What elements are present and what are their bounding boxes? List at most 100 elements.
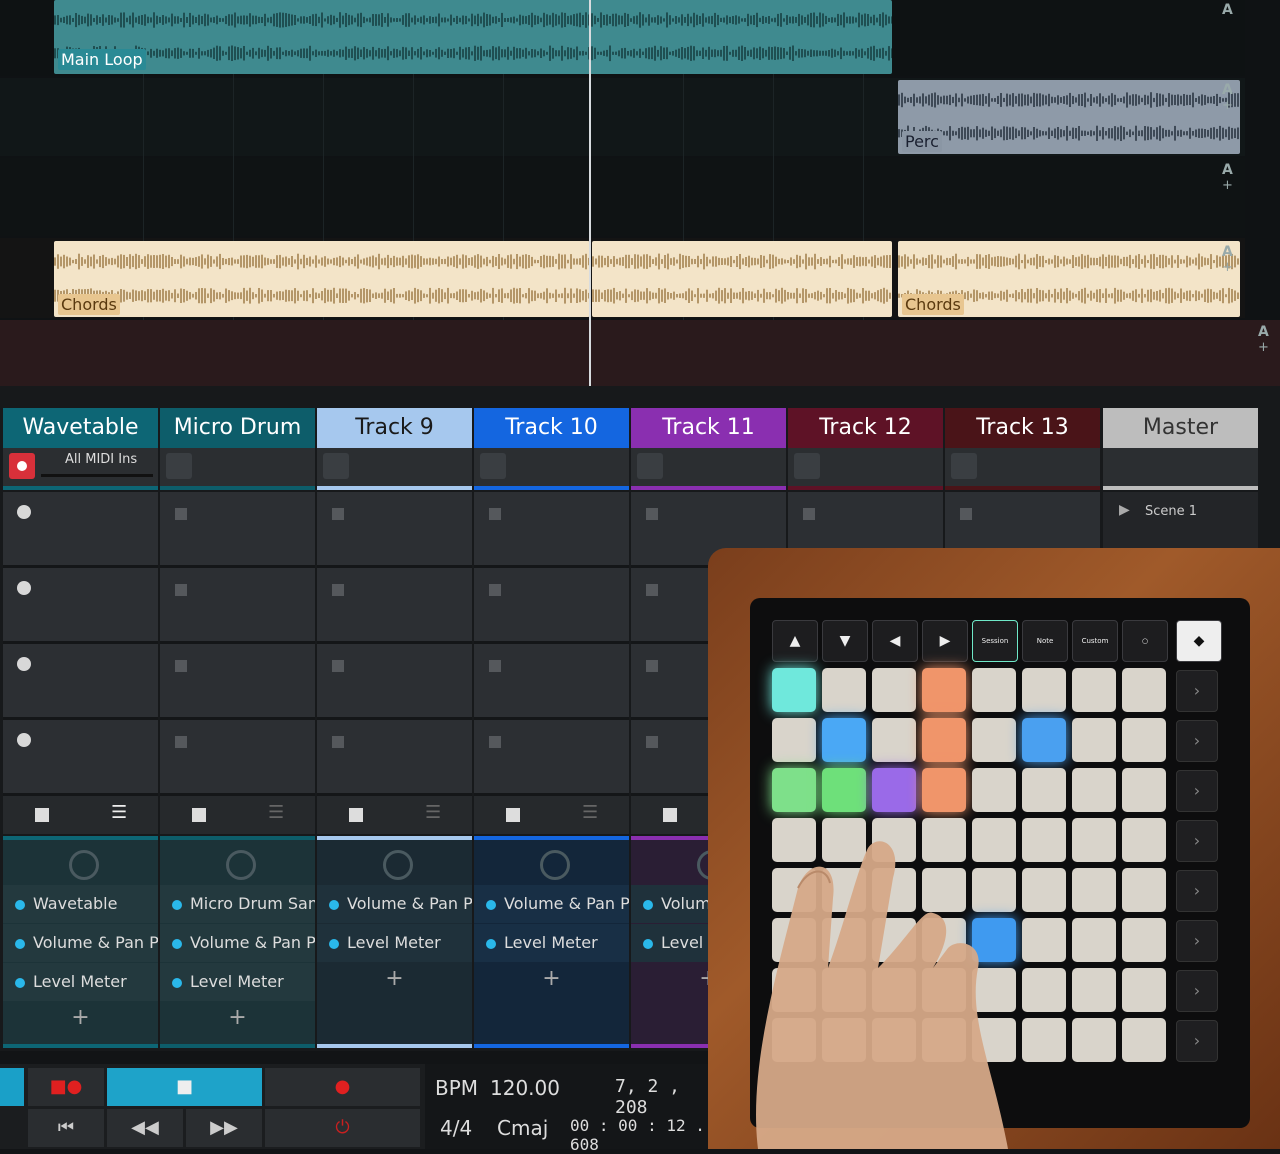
plugin-enabled-icon[interactable] [15,899,25,910]
clip-slot[interactable] [3,492,158,568]
track-input[interactable]: All MIDI Ins [3,448,158,486]
clip-slot[interactable] [474,644,629,720]
playhead[interactable] [589,0,591,386]
add-plugin-button[interactable]: + [317,966,472,991]
track-input[interactable] [1103,448,1258,486]
plugin-enabled-icon[interactable] [329,899,339,910]
track-input[interactable] [945,448,1100,486]
arrangement-lane[interactable] [0,158,1245,236]
plugin-slot[interactable]: Volume & Pan Plugin [317,885,472,923]
clip-play-icon[interactable] [17,657,31,671]
clip-slot[interactable] [160,492,315,568]
clip-perc[interactable]: Perc [898,80,1240,154]
clip-slot[interactable] [3,720,158,796]
clip-slot[interactable] [474,720,629,796]
clip-slot[interactable] [3,568,158,644]
plugin-slot[interactable]: Volume & Pan Plugin [3,924,158,962]
clip-list-icon[interactable]: ☰ [111,802,127,823]
plugin-enabled-icon[interactable] [643,899,653,910]
time-signature[interactable]: 4/4 [440,1116,472,1140]
track-header[interactable]: Track 9 [317,408,472,448]
add-lane-button[interactable]: + [1222,178,1252,193]
scene-play-icon[interactable]: ▶ [1119,502,1130,518]
record-arm-icon[interactable] [951,453,977,479]
clip-list-icon[interactable]: ☰ [268,802,284,823]
key-signature[interactable]: Cmaj [497,1116,548,1140]
automation-button[interactable]: A [1222,82,1252,98]
clip-slot[interactable] [160,720,315,796]
plugin-slot[interactable]: Level Meter [3,963,158,1001]
plugin-enabled-icon[interactable] [172,938,182,949]
clip-slot[interactable] [160,644,315,720]
pan-knob-icon[interactable] [226,850,256,880]
clip-chords[interactable]: Chords [898,241,1240,317]
track-header[interactable]: Wavetable [3,408,158,448]
track-header[interactable]: Track 11 [631,408,786,448]
plugin-enabled-icon[interactable] [172,899,182,910]
automation-button[interactable]: A [1222,162,1252,178]
clip-main-loop[interactable]: Main Loop [54,0,892,74]
add-plugin-button[interactable]: + [3,1005,158,1030]
plugin-slot[interactable]: Level Meter [317,924,472,962]
clip-slot[interactable] [474,492,629,568]
clip-list-icon[interactable]: ☰ [425,802,441,823]
track-input[interactable] [474,448,629,486]
automation-button[interactable]: A [1222,244,1252,260]
plugin-slot[interactable]: Volume & Pan Plugin [474,885,629,923]
pan-knob-icon[interactable] [540,850,570,880]
clip-play-icon[interactable] [17,505,31,519]
add-lane-button[interactable]: + [1258,340,1280,355]
plugin-enabled-icon[interactable] [329,938,339,949]
clip-slot[interactable] [317,720,472,796]
stop-button[interactable]: ■ [107,1068,262,1106]
plugin-enabled-icon[interactable] [15,938,25,949]
automation-button[interactable]: A [1258,324,1280,340]
rewind-button[interactable]: ◀◀ [107,1109,183,1147]
midi-input-label[interactable]: All MIDI Ins [65,452,137,467]
rewind-to-start-button[interactable]: ⏮ [28,1109,104,1147]
add-plugin-button[interactable]: + [474,966,629,991]
add-lane-button[interactable]: + [1222,260,1252,275]
plugin-slot[interactable]: Wavetable [3,885,158,923]
plugin-slot[interactable]: Level Meter [160,963,315,1001]
track-input[interactable] [631,448,786,486]
fast-forward-button[interactable]: ▶▶ [186,1109,262,1147]
record-arm-icon[interactable] [323,453,349,479]
clip-slot[interactable] [317,644,472,720]
plugin-slot[interactable]: Micro Drum Sampler [160,885,315,923]
record-arm-icon[interactable] [637,453,663,479]
stop-clip-button[interactable] [35,808,49,822]
track-header[interactable]: Track 12 [788,408,943,448]
record-arm-button[interactable]: ■● [28,1068,104,1106]
plugin-enabled-icon[interactable] [486,899,496,910]
track-header[interactable]: Master [1103,408,1258,448]
plugin-enabled-icon[interactable] [486,938,496,949]
clip-slot[interactable] [317,492,472,568]
track-input[interactable] [160,448,315,486]
automation-button[interactable]: A [1222,2,1252,18]
bpm-value[interactable]: 120.00 [490,1076,560,1100]
pan-knob-icon[interactable] [383,850,413,880]
arrangement-lane-empty[interactable] [0,320,1280,386]
record-arm-icon[interactable] [480,453,506,479]
clip-slot[interactable] [474,568,629,644]
clip-play-icon[interactable] [17,733,31,747]
track-header[interactable]: Micro Drum [160,408,315,448]
track-input[interactable] [788,448,943,486]
clip-slot[interactable] [3,644,158,720]
punch-button[interactable]: ⏻ [265,1109,420,1147]
clip-play-icon[interactable] [17,581,31,595]
clip-slot[interactable] [160,568,315,644]
plugin-enabled-icon[interactable] [15,977,25,988]
stop-clip-button[interactable] [506,808,520,822]
stop-clip-button[interactable] [663,808,677,822]
record-arm-icon[interactable] [9,453,35,479]
record-arm-icon[interactable] [794,453,820,479]
add-plugin-button[interactable]: + [160,1005,315,1030]
plugin-enabled-icon[interactable] [643,938,653,949]
track-input[interactable] [317,448,472,486]
time-display[interactable]: 00 : 00 : 12 . 608 [570,1116,720,1154]
record-arm-icon[interactable] [166,453,192,479]
loop-toggle[interactable] [0,1068,24,1106]
plugin-enabled-icon[interactable] [172,977,182,988]
